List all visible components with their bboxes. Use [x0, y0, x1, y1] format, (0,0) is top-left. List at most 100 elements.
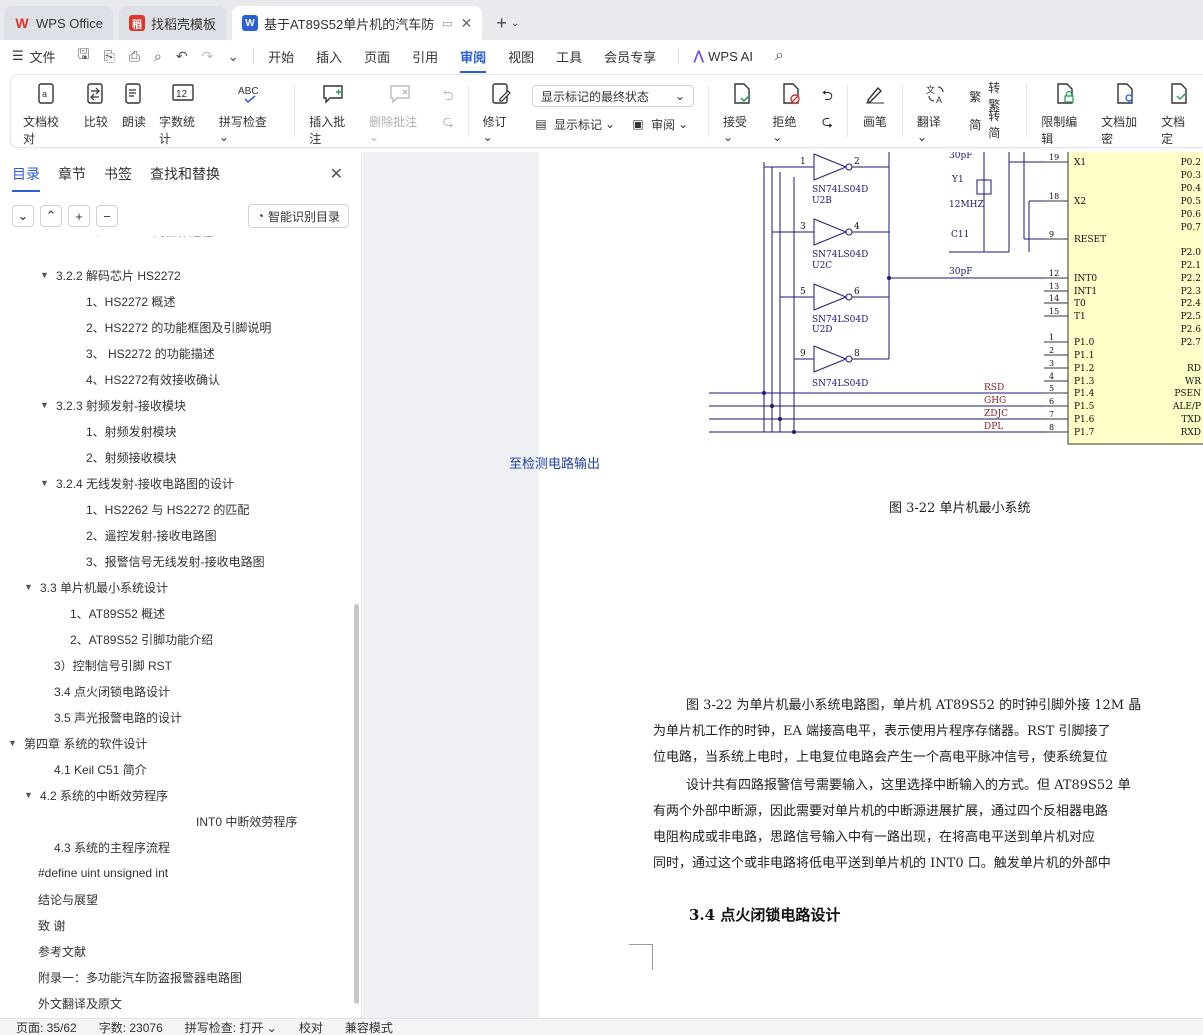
review-pane-button[interactable]: ▣ 审阅 ⌄	[629, 113, 688, 135]
compare-button[interactable]: 比较	[77, 81, 115, 147]
redo-icon[interactable]: ↷	[202, 48, 214, 65]
add-heading-button[interactable]: +	[68, 205, 90, 227]
toc-item[interactable]: 2、遥控发射-接收电路图	[86, 522, 217, 548]
tab-docer[interactable]: 稻 找稻壳模板	[118, 6, 226, 40]
accept-button[interactable]: 接受 ⌄	[717, 81, 766, 147]
toc-item[interactable]: ▼ 4.2 系统的中断效劳程序	[24, 782, 168, 808]
expand-down-button[interactable]: ⌄	[12, 205, 34, 227]
toc-item[interactable]: ▼ 3.2.3 射频发射-接收模块	[40, 392, 186, 418]
to-traditional-button[interactable]: 繁 转繁	[966, 81, 1012, 112]
toc-item[interactable]: 1、HS2262 与 HS2272 的匹配	[86, 496, 249, 522]
translate-button[interactable]: 文A 翻译 ⌄	[911, 81, 960, 147]
markup-state-dropdown[interactable]: 显示标记的最终状态 ⌄	[532, 85, 694, 107]
finalize-button[interactable]: 文档定	[1155, 81, 1203, 147]
next-comment-icon[interactable]: ⮎	[442, 111, 453, 135]
smart-toc-button[interactable]: ◔ 智能识别目录	[247, 204, 349, 228]
toc-item[interactable]: 3.5 声光报警电路的设计	[54, 704, 182, 730]
close-pane-icon[interactable]: ✕	[330, 164, 343, 184]
delete-comment-button[interactable]: 删除批注 ⌄	[363, 81, 436, 147]
export-icon[interactable]: ⎘	[104, 48, 115, 65]
toc-item[interactable]: 1、AT89S52 概述	[70, 600, 165, 626]
toc-item[interactable]: 1、HS2272 概述	[86, 288, 175, 314]
toc-item[interactable]: 1、射频发射模块	[86, 418, 177, 444]
read-aloud-button[interactable]: 朗读	[115, 81, 153, 147]
toc-item[interactable]: 2、射频接收模块	[86, 444, 177, 470]
tab-wps-office[interactable]: W WPS Office	[4, 6, 113, 40]
page-indicator[interactable]: 页面: 35/62	[16, 1019, 77, 1035]
collapse-up-button[interactable]: ⌃	[40, 205, 62, 227]
file-menu[interactable]: ☰ 文件	[12, 47, 56, 66]
toc-item[interactable]: ▼ 3.3 单片机最小系统设计	[24, 574, 168, 600]
menu-view[interactable]: 视图	[508, 47, 534, 66]
new-tab-button[interactable]: + ⌄	[488, 6, 527, 40]
toc-item[interactable]: 4、HS2272有效接收确认	[86, 366, 220, 392]
toc-item[interactable]: 3）控制信号引脚 RST	[54, 652, 172, 678]
undo-icon[interactable]: ↶	[176, 48, 188, 65]
show-markup-button[interactable]: ▤ 显示标记 ⌄	[532, 113, 615, 135]
expand-arrow-icon[interactable]: ▼	[40, 478, 52, 488]
search-icon[interactable]: ⌕	[775, 47, 784, 65]
quick-access-more-icon[interactable]: ⌄	[227, 48, 239, 65]
menu-member[interactable]: 会员专享	[604, 47, 656, 66]
toc-item[interactable]: INT0 中断效劳程序	[196, 808, 297, 834]
next-revision-icon[interactable]: ⮎	[822, 111, 833, 135]
expand-arrow-icon[interactable]: ▼	[24, 582, 36, 592]
toc-item[interactable]: 结论与展望	[38, 886, 98, 912]
toc-item-label: 3）控制信号引脚 RST	[54, 658, 173, 673]
toc-item[interactable]: 参考文献	[38, 938, 86, 964]
toc-item[interactable]: 2、AT89S52 引脚功能介绍	[70, 626, 213, 652]
save-icon[interactable]: 🖫	[78, 44, 90, 68]
monitor-icon[interactable]: ▭	[442, 17, 452, 30]
doc-check-button[interactable]: a 文档校对	[17, 81, 77, 147]
menu-page[interactable]: 页面	[364, 47, 390, 66]
wps-ai-button[interactable]: ⋀ WPS AI	[693, 48, 753, 64]
expand-arrow-icon[interactable]: ▼	[24, 790, 36, 800]
insert-comment-button[interactable]: 插入批注	[303, 81, 363, 147]
toc-item[interactable]: #define uint unsigned int	[38, 860, 168, 886]
menu-insert[interactable]: 插入	[316, 47, 342, 66]
toc-scrollbar[interactable]	[354, 604, 359, 1004]
proof-indicator[interactable]: 校对	[299, 1019, 323, 1035]
pen-button[interactable]: 画笔	[856, 81, 894, 147]
expand-arrow-icon[interactable]: ▼	[40, 270, 52, 280]
previous-comment-icon[interactable]: ⮌	[442, 85, 453, 109]
toc-item[interactable]: 2、HS2272 的功能框图及引脚说明	[86, 314, 271, 340]
print-preview-icon[interactable]: ⌕	[154, 48, 162, 65]
expand-arrow-icon[interactable]: ▼	[8, 738, 20, 748]
toc-item[interactable]: ▼ 第四章 系统的软件设计	[8, 730, 147, 756]
tab-find-replace[interactable]: 查找和替换	[150, 164, 220, 184]
toc-item[interactable]: 4.1 Keil C51 简介	[54, 756, 147, 782]
close-icon[interactable]: ✕	[461, 15, 473, 32]
print-icon[interactable]: ⎙	[129, 48, 140, 65]
toc-item[interactable]: 附录一：多功能汽车防盗报警器电路图	[38, 964, 242, 990]
toc-item[interactable]: ▼ 3.2.4 无线发射-接收电路图的设计	[40, 470, 234, 496]
menu-home[interactable]: 开始	[268, 47, 294, 66]
encrypt-button[interactable]: 文档加密	[1095, 81, 1155, 147]
toc-item[interactable]: 3、报警信号无线发射-接收电路图	[86, 548, 265, 574]
toc-item[interactable]: 外文翻译及原文	[38, 990, 122, 1016]
restrict-edit-button[interactable]: 限制编辑	[1035, 81, 1095, 147]
toc-item-partial[interactable]: 3、HS2262 的工作过程	[88, 236, 213, 244]
tab-document[interactable]: W 基于AT89S52单片机的汽车防 ▭ ✕	[231, 6, 483, 40]
word-count-indicator[interactable]: 字数: 23076	[99, 1019, 163, 1035]
menu-reference[interactable]: 引用	[412, 47, 438, 66]
to-simplified-button[interactable]: 简 转简	[966, 109, 1012, 140]
reject-button[interactable]: 拒绝 ⌄	[766, 81, 815, 147]
tab-sections[interactable]: 章节	[58, 164, 86, 184]
previous-revision-icon[interactable]: ⮌	[822, 85, 833, 109]
toc-item[interactable]: 致 谢	[38, 912, 65, 938]
spell-check-indicator[interactable]: 拼写检查: 打开 ⌄	[185, 1019, 277, 1035]
menu-tools[interactable]: 工具	[556, 47, 582, 66]
spell-check-button[interactable]: ABC 拼写检查 ⌄	[213, 81, 286, 147]
remove-heading-button[interactable]: −	[96, 205, 118, 227]
expand-arrow-icon[interactable]: ▼	[40, 400, 52, 410]
toc-item[interactable]: 4.3 系统的主程序流程	[54, 834, 170, 860]
word-count-button[interactable]: 12 字数统计	[153, 81, 213, 147]
toc-item[interactable]: 3、 HS2272 的功能描述	[86, 340, 215, 366]
tab-toc[interactable]: 目录	[12, 164, 40, 192]
menu-review[interactable]: 审阅	[460, 47, 487, 73]
tab-bookmarks[interactable]: 书签	[104, 164, 132, 184]
revise-button[interactable]: 修订 ⌄	[477, 81, 526, 147]
toc-item[interactable]: ▼ 3.2.2 解码芯片 HS2272	[40, 262, 181, 288]
toc-item[interactable]: 3.4 点火闭锁电路设计	[54, 678, 170, 704]
